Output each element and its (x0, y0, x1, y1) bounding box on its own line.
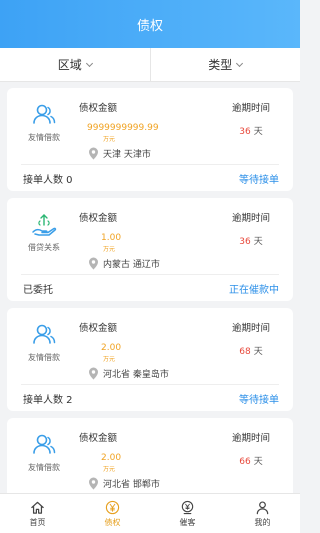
status-link[interactable]: 等待接单 (239, 391, 279, 406)
day-unit: 天 (253, 237, 263, 247)
amount-label: 债权金额 (79, 213, 118, 224)
amount-unit: 万元 (103, 356, 116, 363)
amount-label: 债权金额 (79, 433, 118, 444)
taker-count: 接单人数 0 (23, 174, 73, 186)
debt-type-label: 借贷关系 (28, 243, 60, 252)
amount-label: 债权金额 (79, 103, 118, 114)
debt-type-badge: 借贷关系 (21, 212, 67, 268)
debt-card[interactable]: 友情借款 债权金额 9999999999.99 万元 天津 天津市 逾期时间 3… (7, 88, 293, 191)
location-text: 河北省 邯郸市 (103, 480, 160, 490)
filter-bar: 区域 类型 (0, 48, 300, 82)
card-divider (21, 274, 279, 275)
yen-badge-icon (181, 500, 194, 514)
tab-label: 首页 (29, 517, 46, 527)
location-pin-icon (89, 477, 98, 490)
day-unit: 天 (253, 127, 263, 137)
chevron-down-icon (236, 59, 244, 67)
person-icon (256, 500, 269, 514)
tab-home[interactable]: 首页 (0, 494, 75, 533)
overdue-label: 逾期时间 (231, 213, 270, 224)
debt-type-badge: 友情借款 (21, 322, 67, 378)
location-text: 内蒙古 通辽市 (103, 260, 160, 270)
debt-card[interactable]: 友情借款 债权金额 2.00 万元 河北省 秦皇岛市 逾期时间 68 天 接单人数… (7, 308, 293, 411)
amount-unit: 万元 (103, 136, 116, 143)
debt-card[interactable]: 友情借款 债权金额 2.00 万元 河北省 邯郸市 逾期时间 66 天 (7, 418, 293, 493)
overdue-days: 36 (239, 127, 251, 137)
tab-collector[interactable]: 催客 (150, 494, 225, 533)
debt-type-label: 友情借款 (28, 463, 60, 472)
home-icon (31, 501, 44, 514)
status-link[interactable]: 正在催款中 (229, 281, 279, 296)
location-pin-icon (89, 257, 98, 270)
chevron-down-icon (85, 59, 93, 67)
card-divider (21, 384, 279, 385)
tab-label: 催客 (179, 517, 196, 527)
debt-type-badge: 友情借款 (21, 102, 67, 158)
friends-icon (33, 434, 56, 454)
filter-type-dropdown[interactable]: 类型 (149, 48, 301, 81)
overdue-label: 逾期时间 (231, 323, 270, 334)
day-unit: 天 (253, 347, 263, 357)
overdue-days: 66 (239, 457, 251, 467)
location-pin-icon (89, 147, 98, 160)
entrust-status: 已委托 (23, 284, 53, 296)
amount-unit: 万元 (103, 246, 116, 253)
amount-unit: 万元 (103, 466, 116, 473)
filter-region-label: 区域 (57, 58, 82, 72)
location-text: 河北省 秦皇岛市 (103, 370, 169, 380)
page-title: 债权 (136, 18, 163, 34)
friends-icon (33, 104, 56, 124)
amount-value: 1.00 (101, 233, 122, 243)
overdue-label: 逾期时间 (231, 433, 270, 444)
day-unit: 天 (253, 457, 263, 467)
amount-label: 债权金额 (79, 323, 118, 334)
filter-region-dropdown[interactable]: 区域 (0, 48, 150, 81)
loan-icon (32, 214, 57, 236)
card-divider (21, 164, 279, 165)
overdue-label: 逾期时间 (231, 103, 270, 114)
debt-list: 友情借款 债权金额 9999999999.99 万元 天津 天津市 逾期时间 3… (0, 82, 300, 493)
bottom-tab-bar: 首页 债权 催客 我的 (0, 493, 300, 533)
tab-label: 债权 (104, 517, 121, 527)
tab-debt[interactable]: 债权 (75, 494, 150, 533)
location-text: 天津 天津市 (103, 150, 151, 160)
debt-card[interactable]: 借贷关系 债权金额 1.00 万元 内蒙古 通辽市 逾期时间 36 天 已委托 正… (7, 198, 293, 301)
amount-value: 9999999999.99 (87, 123, 159, 133)
overdue-days: 36 (239, 237, 251, 247)
debt-type-label: 友情借款 (28, 133, 60, 142)
amount-value: 2.00 (101, 343, 122, 353)
debt-type-badge: 友情借款 (21, 432, 67, 488)
debt-type-label: 友情借款 (28, 353, 60, 362)
location-pin-icon (89, 367, 98, 380)
friends-icon (33, 324, 56, 344)
tab-label: 我的 (254, 517, 271, 527)
yen-coin-icon (105, 500, 120, 514)
taker-count: 接单人数 2 (23, 394, 73, 406)
filter-type-label: 类型 (208, 58, 233, 72)
tab-mine[interactable]: 我的 (225, 494, 300, 533)
overdue-days: 68 (239, 347, 251, 357)
header-bar: 债权 (0, 0, 300, 48)
amount-value: 2.00 (101, 453, 122, 463)
status-link[interactable]: 等待接单 (239, 171, 279, 186)
